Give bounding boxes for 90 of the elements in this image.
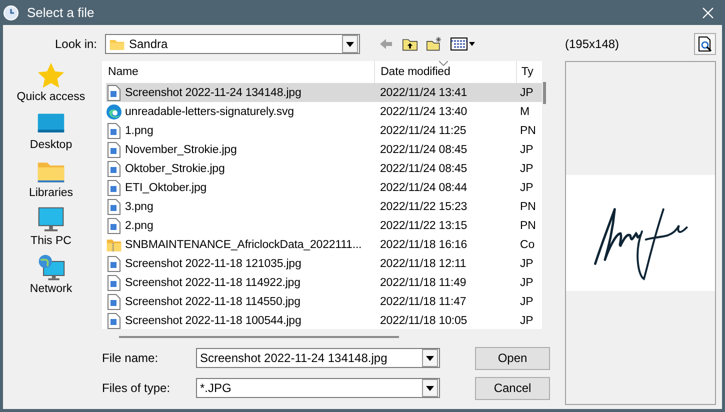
image-file-icon xyxy=(106,84,122,100)
file-type: JP xyxy=(519,276,534,288)
file-name: 1.png xyxy=(125,124,154,136)
open-button[interactable]: Open xyxy=(475,346,550,370)
file-date: 2022/11/24 11:25 xyxy=(379,124,468,136)
file-date: 2022/11/24 08:45 xyxy=(379,144,468,156)
file-name: 3.png xyxy=(125,200,154,212)
folder-icon xyxy=(109,38,125,50)
file-name-field[interactable]: Screenshot 2022-11-24 134148.jpg xyxy=(196,348,440,368)
zip-folder-icon xyxy=(106,236,122,252)
file-row[interactable]: Screenshot 2022-11-18 100544.jpg 2022/11/18 10:05 JP xyxy=(106,311,542,329)
image-file-icon xyxy=(106,160,122,176)
view-menu-icon[interactable] xyxy=(450,36,476,52)
file-date: 2022/11/22 15:23 xyxy=(379,200,468,212)
new-folder-icon[interactable] xyxy=(426,36,442,52)
file-type: PN xyxy=(519,220,537,232)
file-name: November_Strokie.jpg xyxy=(125,144,237,156)
image-file-icon xyxy=(106,198,122,214)
file-name: Screenshot 2022-11-18 114550.jpg xyxy=(125,296,300,308)
image-file-icon xyxy=(106,142,122,158)
column-header[interactable]: Ty xyxy=(517,61,542,83)
file-name: Oktober_Strokie.jpg xyxy=(125,162,225,174)
file-date: 2022/11/22 13:15 xyxy=(379,220,468,232)
file-row[interactable]: Screenshot 2022-11-18 121035.jpg 2022/11/18 12:11 JP xyxy=(106,254,542,273)
image-file-icon xyxy=(106,122,122,138)
file-type: M xyxy=(519,106,530,118)
file-date: 2022/11/24 13:41 xyxy=(379,86,468,98)
file-name: Screenshot 2022-11-24 134148.jpg xyxy=(125,86,302,98)
place-label[interactable]: Libraries xyxy=(28,187,74,199)
image-size-label: (195x148) xyxy=(565,37,620,51)
file-type: JP xyxy=(519,86,534,98)
globe-icon xyxy=(106,104,122,120)
file-name-label: File name: xyxy=(101,351,160,365)
file-name: unreadable-letters-signaturely.svg xyxy=(125,106,294,118)
file-row[interactable]: 2.png 2022/11/22 13:15 PN xyxy=(106,216,542,235)
image-file-icon xyxy=(106,294,122,310)
file-date: 2022/11/24 08:44 xyxy=(379,182,468,194)
clock-icon xyxy=(3,4,19,20)
file-type: JP xyxy=(519,314,534,326)
file-row[interactable]: 1.png 2022/11/24 11:25 PN xyxy=(106,121,542,140)
file-name: Screenshot 2022-11-18 114922.jpg xyxy=(125,276,300,288)
file-type: JP xyxy=(519,258,534,270)
file-name: 2.png xyxy=(125,220,154,232)
image-file-icon xyxy=(106,274,122,290)
file-date: 2022/11/24 08:45 xyxy=(379,162,468,174)
file-row[interactable]: November_Strokie.jpg 2022/11/24 08:45 JP xyxy=(106,140,542,159)
file-row[interactable]: Screenshot 2022-11-18 114922.jpg 2022/11/18 11:49 JP xyxy=(106,273,542,292)
up-folder-icon[interactable] xyxy=(402,36,418,52)
file-date: 2022/11/18 11:49 xyxy=(379,276,468,288)
file-type: JP xyxy=(519,182,534,194)
image-file-icon xyxy=(106,180,122,196)
file-type: Co xyxy=(519,238,536,250)
file-date: 2022/11/18 12:11 xyxy=(379,258,468,270)
file-row[interactable]: Screenshot 2022-11-24 134148.jpg 2022/11/24 13:41 JP xyxy=(106,83,542,102)
scrollbar-thumb[interactable] xyxy=(543,82,546,104)
file-type: PN xyxy=(519,124,537,136)
look-in-label: Look in: xyxy=(54,37,97,51)
sort-caret-icon xyxy=(438,61,448,67)
file-date: 2022/11/18 10:05 xyxy=(379,314,468,326)
file-name: Screenshot 2022-11-18 100544.jpg xyxy=(125,314,302,326)
close-icon[interactable] xyxy=(702,6,714,18)
file-type: JP xyxy=(519,144,534,156)
place-label[interactable]: This PC xyxy=(30,235,72,247)
file-row[interactable]: Screenshot 2022-11-18 114550.jpg 2022/11/18 11:47 JP xyxy=(106,292,542,311)
file-type-label: Files of type: xyxy=(101,381,172,395)
window-title: Select a file xyxy=(27,5,94,20)
file-type: PN xyxy=(519,200,537,212)
place-label[interactable]: Quick access xyxy=(16,91,86,103)
file-type: JP xyxy=(519,162,534,174)
cancel-button[interactable]: Cancel xyxy=(475,376,550,400)
file-date: 2022/11/18 11:47 xyxy=(379,296,468,308)
file-name: Screenshot 2022-11-18 121035.jpg xyxy=(125,258,302,270)
file-row[interactable]: unreadable-letters-signaturely.svg 2022/11/24 13:40 M xyxy=(106,102,542,121)
file-row[interactable]: 3.png 2022/11/22 15:23 PN xyxy=(106,197,542,216)
file-name: ETI_Oktober.jpg xyxy=(125,182,207,194)
file-type: JP xyxy=(519,296,534,308)
place-label[interactable]: Desktop xyxy=(30,139,72,151)
preview-button[interactable] xyxy=(694,33,716,55)
scrollbar-thumb[interactable] xyxy=(119,336,399,338)
file-row[interactable]: Oktober_Strokie.jpg 2022/11/24 08:45 JP xyxy=(106,159,542,178)
image-file-icon xyxy=(106,256,122,272)
file-date: 2022/11/18 16:16 xyxy=(379,238,468,250)
image-file-icon xyxy=(106,218,122,234)
file-type-dropdown[interactable]: *.JPG xyxy=(196,378,440,398)
file-date: 2022/11/24 13:40 xyxy=(379,106,468,118)
look-in-dropdown[interactable]: Sandra xyxy=(105,34,360,54)
file-row[interactable]: SNBMAINTENANCE_AfriclockData_2022111... 2022/11/18 16:16 Co xyxy=(106,235,542,254)
file-row[interactable]: ETI_Oktober.jpg 2022/11/24 08:44 JP xyxy=(106,178,542,197)
file-name: SNBMAINTENANCE_AfriclockData_2022111... xyxy=(125,238,362,250)
place-label[interactable]: Network xyxy=(30,283,72,295)
